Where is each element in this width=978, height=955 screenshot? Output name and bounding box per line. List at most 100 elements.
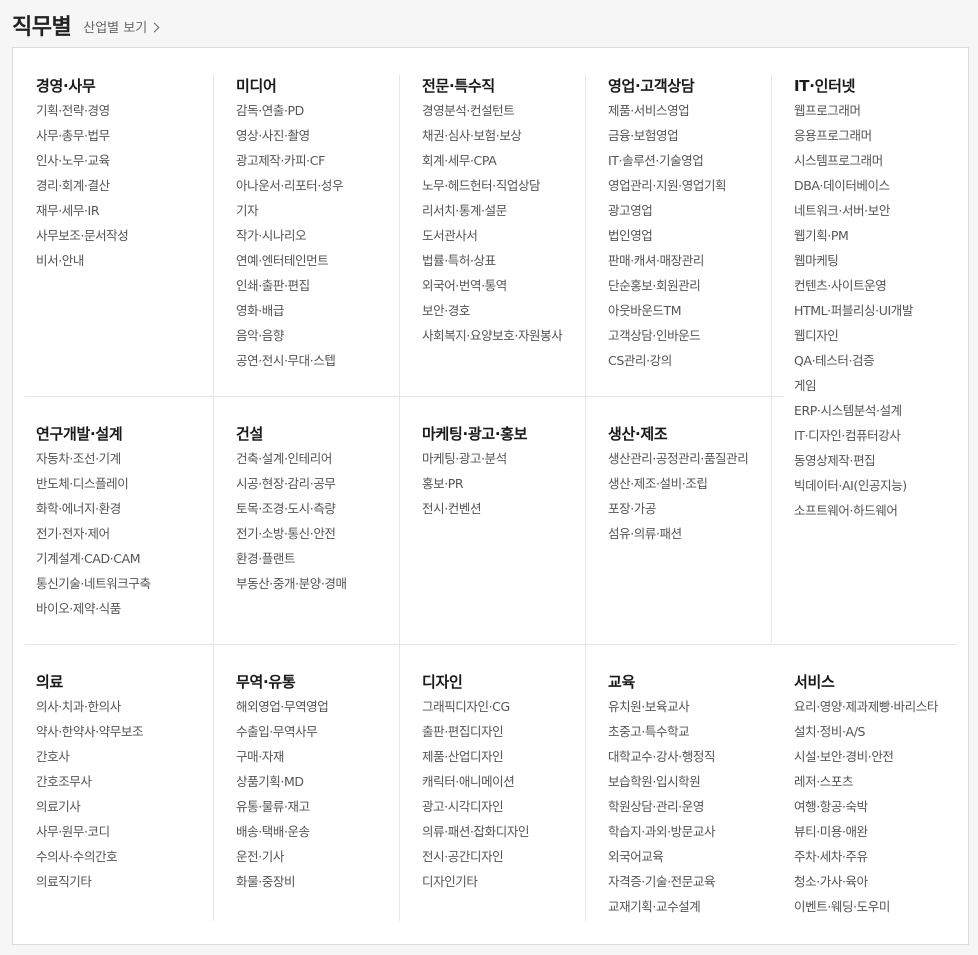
view-by-industry-link[interactable]: 산업별 보기 <box>83 17 160 36</box>
job-item-link[interactable]: 법률·특허·상표 <box>422 251 562 276</box>
job-item-link[interactable]: 전시·컨벤션 <box>422 499 507 524</box>
job-item-link[interactable]: 광고제작·카피·CF <box>236 151 343 176</box>
job-item-link[interactable]: 아나운서·리포터·성우 <box>236 176 343 201</box>
job-item-link[interactable]: 레저·스포츠 <box>794 772 938 797</box>
job-item-link[interactable]: 경리·회계·결산 <box>36 176 128 201</box>
job-item-link[interactable]: ERP·시스템분석·설계 <box>794 401 913 426</box>
job-item-link[interactable]: 화물·중장비 <box>236 872 328 897</box>
job-item-link[interactable]: 외국어·번역·통역 <box>422 276 562 301</box>
job-item-link[interactable]: 출판·편집디자인 <box>422 722 529 747</box>
job-item-link[interactable]: 네트워크·서버·보안 <box>794 201 913 226</box>
job-item-link[interactable]: QA·테스터·검증 <box>794 351 913 376</box>
job-item-link[interactable]: 사무·총무·법무 <box>36 126 128 151</box>
job-item-link[interactable]: 단순홍보·회원관리 <box>608 276 726 301</box>
job-item-link[interactable]: 전시·공간디자인 <box>422 847 529 872</box>
job-item-link[interactable]: 노무·헤드헌터·직업상담 <box>422 176 562 201</box>
job-item-link[interactable]: 감독·연출·PD <box>236 101 343 126</box>
job-item-link[interactable]: 캐릭터·애니메이션 <box>422 772 529 797</box>
job-item-link[interactable]: 웹기획·PM <box>794 226 913 251</box>
job-item-link[interactable]: 설치·정비·A/S <box>794 722 938 747</box>
job-item-link[interactable]: 학습지·과외·방문교사 <box>608 822 715 847</box>
job-item-link[interactable]: 여행·항공·숙박 <box>794 797 938 822</box>
job-item-link[interactable]: 광고영업 <box>608 201 726 226</box>
job-item-link[interactable]: 시공·현장·감리·공무 <box>236 474 347 499</box>
job-item-link[interactable]: 사무·원무·코디 <box>36 822 143 847</box>
job-item-link[interactable]: HTML·퍼블리싱·UI개발 <box>794 301 913 326</box>
job-item-link[interactable]: 리서치·통계·설문 <box>422 201 562 226</box>
job-item-link[interactable]: 교재기획·교수설계 <box>608 897 715 922</box>
job-item-link[interactable]: 이벤트·웨딩·도우미 <box>794 897 938 922</box>
job-item-link[interactable]: 화학·에너지·환경 <box>36 499 151 524</box>
job-item-link[interactable]: 전기·소방·통신·안전 <box>236 524 347 549</box>
job-item-link[interactable]: 영화·배급 <box>236 301 343 326</box>
job-item-link[interactable]: 자격증·기술·전문교육 <box>608 872 715 897</box>
job-item-link[interactable]: 생산관리·공정관리·품질관리 <box>608 449 749 474</box>
job-item-link[interactable]: 도서관사서 <box>422 226 562 251</box>
job-item-link[interactable]: 동영상제작·편집 <box>794 451 913 476</box>
job-item-link[interactable]: 요리·영양·제과제빵·바리스타 <box>794 697 938 722</box>
job-item-link[interactable]: 대학교수·강사·행정직 <box>608 747 715 772</box>
job-item-link[interactable]: 반도체·디스플레이 <box>36 474 151 499</box>
job-item-link[interactable]: 유통·물류·재고 <box>236 797 328 822</box>
job-item-link[interactable]: 의사·치과·한의사 <box>36 697 143 722</box>
job-item-link[interactable]: 배송·택배·운송 <box>236 822 328 847</box>
job-item-link[interactable]: 간호조무사 <box>36 772 143 797</box>
job-item-link[interactable]: 보안·경호 <box>422 301 562 326</box>
job-item-link[interactable]: 외국어교육 <box>608 847 715 872</box>
job-item-link[interactable]: 회계·세무·CPA <box>422 151 562 176</box>
job-item-link[interactable]: 금융·보험영업 <box>608 126 726 151</box>
job-item-link[interactable]: 환경·플랜트 <box>236 549 347 574</box>
job-item-link[interactable]: 생산·제조·설비·조립 <box>608 474 748 499</box>
job-item-link[interactable]: 빅데이터·AI(인공지능) <box>794 476 913 501</box>
job-item-link[interactable]: 운전·기사 <box>236 847 328 872</box>
job-item-link[interactable]: 기획·전략·경영 <box>36 101 128 126</box>
job-item-link[interactable]: 기계설계·CAD·CAM <box>36 549 151 574</box>
job-item-link[interactable]: 청소·가사·육아 <box>794 872 938 897</box>
job-item-link[interactable]: CS관리·강의 <box>608 351 726 376</box>
job-item-link[interactable]: 상품기획·MD <box>236 772 328 797</box>
job-item-link[interactable]: 토목·조경·도시·측량 <box>236 499 347 524</box>
job-item-link[interactable]: 시스템프로그래머 <box>794 151 913 176</box>
job-item-link[interactable]: IT·디자인·컴퓨터강사 <box>794 426 913 451</box>
job-item-link[interactable]: 법인영업 <box>608 226 726 251</box>
job-item-link[interactable]: 뷰티·미용·애완 <box>794 822 938 847</box>
job-item-link[interactable]: 전기·전자·제어 <box>36 524 151 549</box>
job-item-link[interactable]: 공연·전시·무대·스텝 <box>236 351 343 376</box>
job-item-link[interactable]: 시설·보안·경비·안전 <box>794 747 938 772</box>
job-item-link[interactable]: 인사·노무·교육 <box>36 151 128 176</box>
job-item-link[interactable]: 사회복지·요양보호·자원봉사 <box>422 326 563 351</box>
job-item-link[interactable]: 약사·한약사·약무보조 <box>36 722 143 747</box>
job-item-link[interactable]: IT·솔루션·기술영업 <box>608 151 726 176</box>
job-item-link[interactable]: 의료직기타 <box>36 872 143 897</box>
job-item-link[interactable]: 사무보조·문서작성 <box>36 226 129 251</box>
job-item-link[interactable]: 수의사·수의간호 <box>36 847 143 872</box>
job-item-link[interactable]: 그래픽디자인·CG <box>422 697 529 722</box>
job-item-link[interactable]: 의류·패션·잡화디자인 <box>422 822 529 847</box>
job-item-link[interactable]: 인쇄·출판·편집 <box>236 276 343 301</box>
job-item-link[interactable]: 아웃바운드TM <box>608 301 726 326</box>
job-item-link[interactable]: 해외영업·무역영업 <box>236 697 329 722</box>
job-item-link[interactable]: 기자 <box>236 201 343 226</box>
job-item-link[interactable]: 광고·시각디자인 <box>422 797 529 822</box>
job-item-link[interactable]: 웹프로그래머 <box>794 101 913 126</box>
job-item-link[interactable]: 웹마케팅 <box>794 251 913 276</box>
job-item-link[interactable]: 구매·자재 <box>236 747 328 772</box>
job-item-link[interactable]: 바이오·제약·식품 <box>36 599 151 624</box>
job-item-link[interactable]: 홍보·PR <box>422 474 507 499</box>
job-item-link[interactable]: 채권·심사·보험·보상 <box>422 126 562 151</box>
job-item-link[interactable]: 학원상담·관리·운영 <box>608 797 715 822</box>
job-item-link[interactable]: 컨텐츠·사이트운영 <box>794 276 913 301</box>
job-item-link[interactable]: 응용프로그래머 <box>794 126 913 151</box>
job-item-link[interactable]: 제품·산업디자인 <box>422 747 529 772</box>
job-item-link[interactable]: 연예·엔터테인먼트 <box>236 251 343 276</box>
job-item-link[interactable]: 포장·가공 <box>608 499 748 524</box>
job-item-link[interactable]: 영상·사진·촬영 <box>236 126 343 151</box>
job-item-link[interactable]: 의료기사 <box>36 797 143 822</box>
job-item-link[interactable]: 간호사 <box>36 747 143 772</box>
job-item-link[interactable]: 섬유·의류·패션 <box>608 524 748 549</box>
job-item-link[interactable]: 웹디자인 <box>794 326 913 351</box>
job-item-link[interactable]: 제품·서비스영업 <box>608 101 726 126</box>
job-item-link[interactable]: 통신기술·네트워크구축 <box>36 574 151 599</box>
job-item-link[interactable]: 마케팅·광고·분석 <box>422 449 507 474</box>
job-item-link[interactable]: 게임 <box>794 376 913 401</box>
